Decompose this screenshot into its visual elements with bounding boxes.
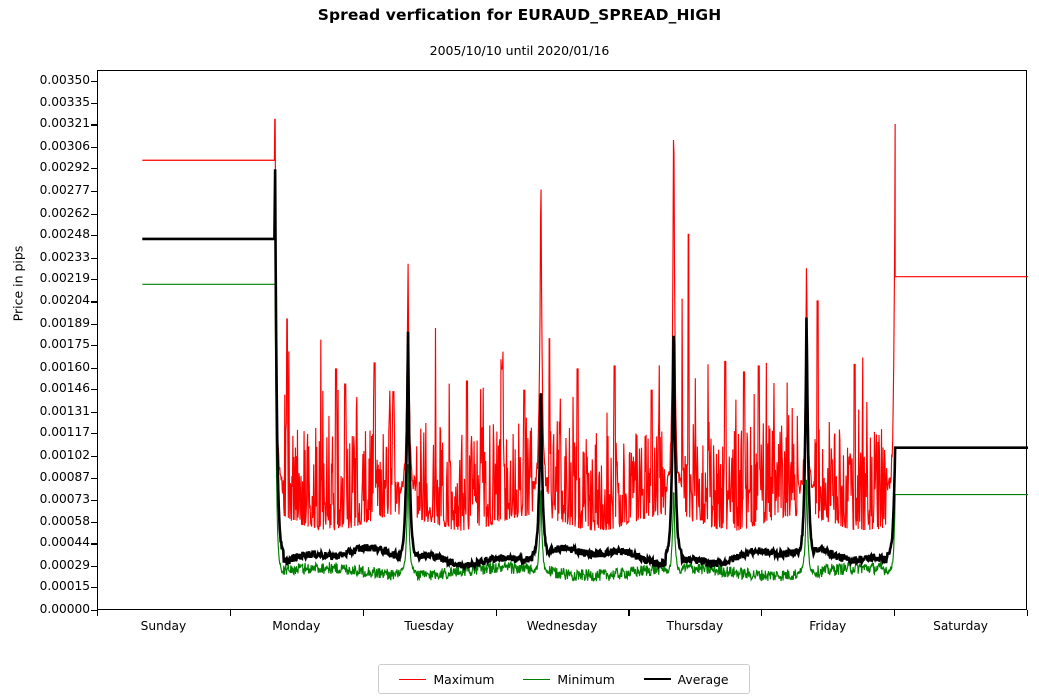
y-tick-label: 0.00117 (39, 425, 90, 440)
y-tick-label: 0.00058 (39, 514, 90, 529)
x-tick-mark (495, 610, 497, 616)
y-tick-label: 0.00146 (39, 381, 90, 396)
y-tick-label: 0.00073 (39, 491, 90, 506)
y-tick-label: 0.00248 (39, 226, 90, 241)
legend-swatch-icon (643, 678, 671, 680)
x-tick-mark (1027, 610, 1029, 616)
y-tick-label: 0.00015 (39, 579, 90, 594)
y-tick-label: 0.00321 (39, 116, 90, 131)
legend-label: Maximum (433, 671, 495, 687)
y-tick-label: 0.00233 (39, 249, 90, 264)
x-tick-mark (894, 610, 896, 616)
x-tick-mark (229, 610, 231, 616)
y-tick-label: 0.00102 (39, 447, 90, 462)
chart-subtitle: 2005/10/10 until 2020/01/16 (429, 43, 610, 58)
x-axis-tick-labels: Sunday Monday Tuesday Wednesday Thursday Frid… (0, 619, 1039, 639)
y-tick-label: 0.00350 (39, 72, 90, 87)
legend-entry-maximum[interactable]: Maximum (399, 671, 495, 687)
y-tick-label: 0.00029 (39, 558, 90, 573)
legend-swatch-icon (523, 678, 551, 680)
x-tick-label-saturday: Saturday (933, 619, 989, 633)
chart-figure: Spread verfication for EURAUD_SPREAD_HIG… (0, 0, 1039, 700)
legend-swatch-icon (399, 678, 427, 680)
legend-entry-minimum[interactable]: Minimum (523, 671, 615, 687)
legend-label: Average (677, 671, 729, 687)
x-tick-label-thursday: Thursday (666, 619, 724, 633)
y-tick-label: 0.00335 (39, 95, 90, 110)
chart-legend: Maximum Minimum Average (378, 664, 750, 694)
plot-lines (98, 71, 1028, 611)
y-axis-tick-labels: 0.00000 0.00015 0.00029 0.00044 0.00058 0.000… (0, 0, 97, 700)
y-tick-label: 0.00087 (39, 470, 90, 485)
y-tick-label: 0.00000 (39, 602, 90, 616)
y-tick-label: 0.00175 (39, 337, 90, 352)
legend-entry-average[interactable]: Average (643, 671, 729, 687)
y-tick-label: 0.00131 (39, 403, 90, 418)
x-tick-mark (97, 610, 99, 616)
x-tick-label-tuesday: Tuesday (404, 619, 454, 633)
x-tick-mark (628, 610, 630, 616)
x-tick-label-wednesday: Wednesday (526, 619, 598, 633)
x-tick-label-monday: Monday (272, 619, 321, 633)
page-title: Spread verfication for EURAUD_SPREAD_HIG… (317, 6, 722, 24)
x-tick-label-sunday: Sunday (140, 619, 187, 633)
y-tick-label: 0.00262 (39, 205, 90, 220)
y-tick-label: 0.00292 (39, 160, 90, 175)
y-tick-label: 0.00204 (39, 293, 90, 308)
y-tick-label: 0.00277 (39, 183, 90, 197)
x-tick-label-friday: Friday (809, 619, 847, 633)
y-tick-label: 0.00160 (39, 359, 90, 374)
y-tick-label: 0.00219 (39, 270, 90, 285)
y-tick-label: 0.00306 (39, 139, 90, 154)
y-tick-label: 0.00189 (39, 316, 90, 331)
x-tick-mark (362, 610, 364, 616)
legend-label: Minimum (557, 671, 615, 687)
y-tick-label: 0.00044 (39, 535, 90, 550)
x-tick-mark (761, 610, 763, 616)
plot-area (97, 70, 1027, 610)
